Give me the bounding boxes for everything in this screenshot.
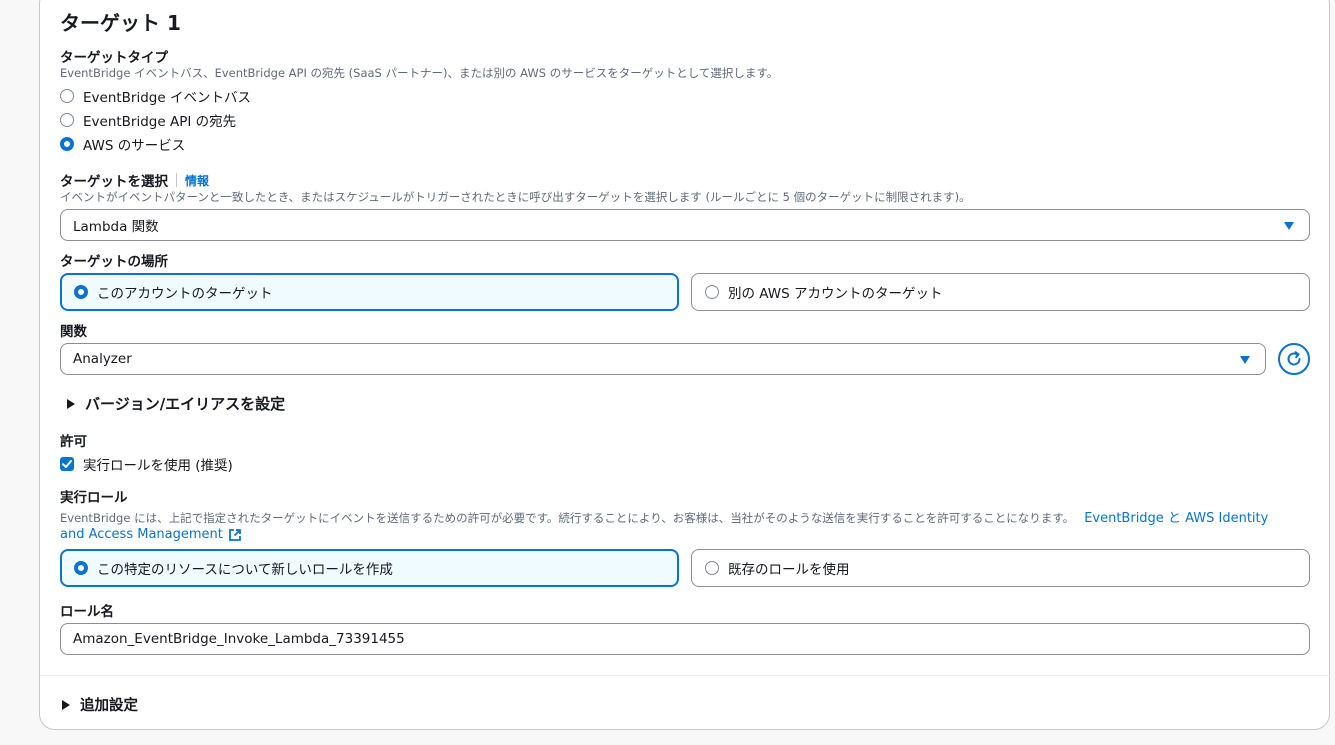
triangle-right-icon bbox=[67, 398, 75, 409]
execution-role-description: EventBridge には、上記で指定されたターゲットにイベントを送信するため… bbox=[60, 511, 1075, 525]
use-execution-role-checkbox-row[interactable]: 実行ロールを使用 (推奨) bbox=[60, 454, 233, 474]
iam-link[interactable]: EventBridge と AWS Identity bbox=[1084, 511, 1268, 526]
radio-icon[interactable] bbox=[74, 561, 88, 575]
triangle-right-icon bbox=[62, 699, 70, 710]
radio-icon[interactable] bbox=[60, 89, 74, 103]
select-target-description: イベントがイベントパターンと一致したとき、またはスケジュールがトリガーされたとき… bbox=[60, 190, 971, 204]
role-name-value: Amazon_EventBridge_Invoke_Lambda_7339145… bbox=[73, 631, 405, 647]
radio-icon[interactable] bbox=[74, 285, 88, 299]
tile-use-existing-role[interactable]: 既存のロールを使用 bbox=[691, 549, 1310, 587]
tile-other-account[interactable]: 別の AWS アカウントのターゲット bbox=[691, 273, 1310, 311]
additional-settings-expander[interactable]: 追加設定 bbox=[62, 694, 138, 715]
target-type-option-event-bus[interactable]: EventBridge イベントバス bbox=[60, 86, 251, 106]
option-label: EventBridge API の宛先 bbox=[83, 114, 237, 130]
checkbox-icon[interactable] bbox=[60, 457, 74, 471]
iam-link-line-2[interactable]: and Access Management bbox=[60, 527, 242, 542]
expander-label: 追加設定 bbox=[80, 698, 138, 714]
function-label: 関数 bbox=[60, 324, 87, 340]
section-title: ターゲット 1 bbox=[60, 11, 181, 35]
option-label: AWS のサービス bbox=[83, 138, 186, 154]
target-type-label: ターゲットタイプ bbox=[60, 50, 168, 66]
refresh-icon bbox=[1287, 351, 1301, 366]
refresh-button[interactable] bbox=[1278, 343, 1310, 375]
target-type-option-aws-service[interactable]: AWS のサービス bbox=[60, 134, 185, 154]
radio-icon[interactable] bbox=[60, 113, 74, 127]
radio-icon[interactable] bbox=[60, 137, 74, 151]
tile-this-account[interactable]: このアカウントのターゲット bbox=[60, 273, 679, 311]
option-label: EventBridge イベントバス bbox=[83, 90, 251, 106]
tile-label: この特定のリソースについて新しいロールを作成 bbox=[97, 562, 393, 578]
info-link[interactable]: 情報 bbox=[185, 172, 209, 189]
function-select-value: Analyzer bbox=[73, 351, 132, 367]
target-type-description: EventBridge イベントバス、EventBridge API の宛先 (… bbox=[60, 66, 779, 80]
radio-icon[interactable] bbox=[705, 285, 719, 299]
expander-label: バージョン/エイリアスを設定 bbox=[85, 395, 286, 413]
role-name-label: ロール名 bbox=[60, 604, 114, 620]
function-select[interactable]: Analyzer bbox=[60, 343, 1266, 375]
label-separator bbox=[176, 173, 177, 187]
section-divider bbox=[40, 675, 1330, 676]
target-location-label: ターゲットの場所 bbox=[60, 254, 168, 270]
select-target-header: ターゲットを選択 情報 bbox=[60, 170, 209, 190]
target-select-value: Lambda 関数 bbox=[73, 219, 159, 235]
caret-down-icon bbox=[1240, 356, 1250, 364]
execution-role-description-line: EventBridge には、上記で指定されたターゲットにイベントを送信するため… bbox=[60, 507, 1320, 526]
external-link-icon bbox=[228, 528, 241, 541]
checkbox-label: 実行ロールを使用 (推奨) bbox=[83, 458, 233, 474]
version-alias-expander[interactable]: バージョン/エイリアスを設定 bbox=[67, 393, 285, 414]
tile-label: このアカウントのターゲット bbox=[97, 286, 273, 302]
select-target-label: ターゲットを選択 bbox=[60, 174, 168, 190]
tile-label: 既存のロールを使用 bbox=[728, 562, 850, 578]
execution-role-label: 実行ロール bbox=[60, 490, 128, 506]
target-select[interactable]: Lambda 関数 bbox=[60, 209, 1310, 241]
target-type-option-api-destination[interactable]: EventBridge API の宛先 bbox=[60, 110, 236, 130]
radio-icon[interactable] bbox=[705, 561, 719, 575]
tile-label: 別の AWS アカウントのターゲット bbox=[728, 286, 943, 302]
role-name-input[interactable]: Amazon_EventBridge_Invoke_Lambda_7339145… bbox=[60, 623, 1310, 655]
permission-label: 許可 bbox=[60, 434, 87, 450]
tile-create-new-role[interactable]: この特定のリソースについて新しいロールを作成 bbox=[60, 549, 679, 587]
caret-down-icon bbox=[1284, 222, 1294, 230]
iam-link-continued[interactable]: and Access Management bbox=[60, 527, 223, 542]
